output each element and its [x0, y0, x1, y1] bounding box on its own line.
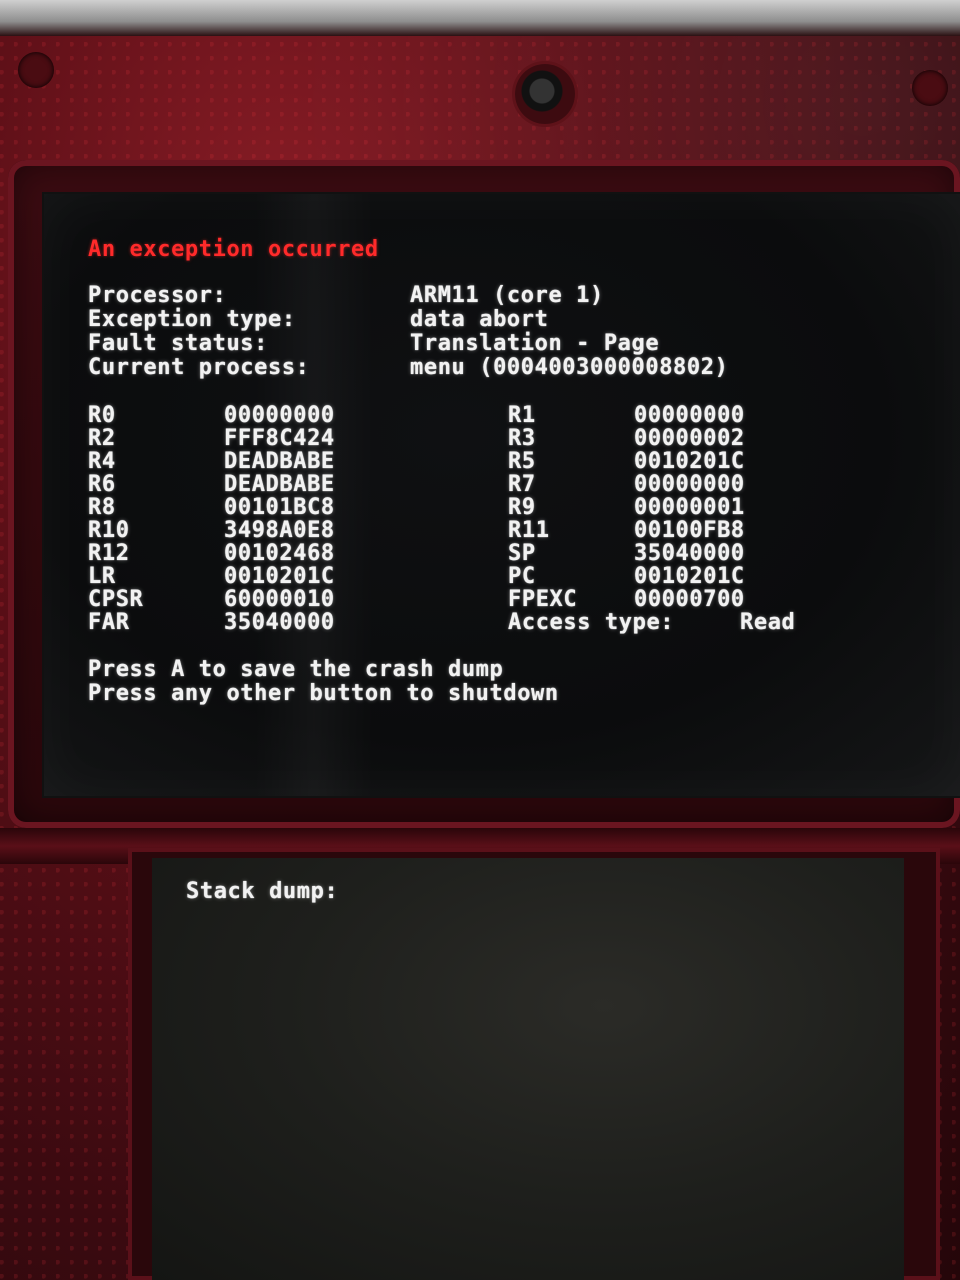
info-label: Current process:: [88, 355, 310, 380]
register-row: R0 00000000 R1 00000000: [44, 403, 960, 428]
prompt-save: Press A to save the crash dump: [88, 657, 504, 682]
register-name: R1: [508, 403, 536, 428]
register-row: FAR 35040000 Access type: Read: [44, 610, 960, 635]
register-name: R6: [88, 472, 116, 497]
register-value: DEADBABE: [224, 472, 335, 497]
info-value: Translation - Page: [410, 331, 660, 356]
register-value: 00000000: [224, 403, 335, 428]
register-value: 3498A0E8: [224, 518, 335, 543]
register-value: 35040000: [224, 610, 335, 635]
register-name: LR: [88, 564, 116, 589]
register-name: R4: [88, 449, 116, 474]
register-value: 00000000: [634, 403, 745, 428]
bottom-screen: Stack dump:: [152, 858, 904, 1280]
register-row: R6 DEADBABE R7 00000000: [44, 472, 960, 497]
top-screen: An exception occurred Processor: ARM11 (…: [44, 194, 960, 796]
register-row: R10 3498A0E8 R11 00100FB8: [44, 518, 960, 543]
register-name: R2: [88, 426, 116, 451]
info-row-exception-type: Exception type: data abort: [44, 307, 960, 332]
register-name: R7: [508, 472, 536, 497]
register-value: 0010201C: [224, 564, 335, 589]
register-name: SP: [508, 541, 536, 566]
stack-dump-title: Stack dump:: [186, 879, 339, 904]
register-value: 00000700: [634, 587, 745, 612]
register-value: 00000002: [634, 426, 745, 451]
register-value: 00101BC8: [224, 495, 335, 520]
register-name: R0: [88, 403, 116, 428]
info-label: Exception type:: [88, 307, 296, 332]
register-value: 0010201C: [634, 449, 745, 474]
register-name: R11: [508, 518, 550, 543]
register-value: 00102468: [224, 541, 335, 566]
register-name: PC: [508, 564, 536, 589]
register-value: 60000010: [224, 587, 335, 612]
screw-icon: [18, 52, 54, 88]
background-strip: [0, 0, 960, 36]
register-name: R3: [508, 426, 536, 451]
register-name: R10: [88, 518, 130, 543]
register-row: R12 00102468 SP 35040000: [44, 541, 960, 566]
register-value: DEADBABE: [224, 449, 335, 474]
register-value: FFF8C424: [224, 426, 335, 451]
info-row-fault-status: Fault status: Translation - Page: [44, 331, 960, 356]
register-name: R5: [508, 449, 536, 474]
register-name: FAR: [88, 610, 130, 635]
register-name: R12: [88, 541, 130, 566]
register-row: LR 0010201C PC 0010201C: [44, 564, 960, 589]
info-value: data abort: [410, 307, 549, 332]
register-name: FPEXC: [508, 587, 578, 612]
register-row: CPSR 60000010 FPEXC 00000700: [44, 587, 960, 612]
register-name: CPSR: [88, 587, 144, 612]
register-row: R4 DEADBABE R5 0010201C: [44, 449, 960, 474]
info-row-current-process: Current process: menu (0004003000008802): [44, 355, 960, 380]
register-value: 00000000: [634, 472, 745, 497]
exception-title: An exception occurred: [88, 237, 379, 262]
register-row: R8 00101BC8 R9 00000001: [44, 495, 960, 520]
access-type-value: Read: [740, 610, 796, 635]
register-name: Access type:: [508, 610, 675, 635]
info-label: Processor:: [88, 283, 227, 308]
register-value: 0010201C: [634, 564, 745, 589]
info-label: Fault status:: [88, 331, 268, 356]
register-row: R2 FFF8C424 R3 00000002: [44, 426, 960, 451]
info-value: menu (0004003000008802): [410, 355, 729, 380]
camera-icon: [515, 64, 575, 124]
register-value: 00000001: [634, 495, 745, 520]
register-name: R9: [508, 495, 536, 520]
register-value: 00100FB8: [634, 518, 745, 543]
register-name: R8: [88, 495, 116, 520]
prompt-shutdown: Press any other button to shutdown: [88, 681, 559, 706]
register-value: 35040000: [634, 541, 745, 566]
screw-icon: [912, 70, 948, 106]
info-value: ARM11 (core 1): [410, 283, 604, 308]
info-row-processor: Processor: ARM11 (core 1): [44, 283, 960, 308]
